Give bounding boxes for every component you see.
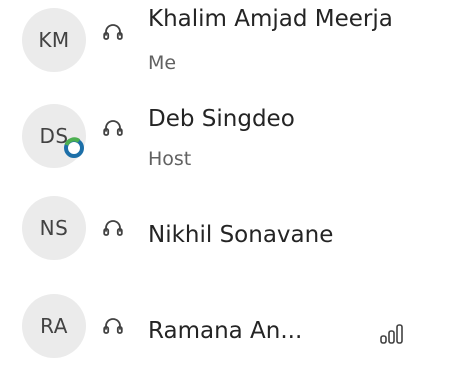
participant-list: KM Khalim Amjad Meerja Me DS Deb Singdeo… (0, 0, 461, 358)
status-ring-icon (64, 137, 84, 158)
participant-row[interactable]: NS Nikhil Sonavane (0, 192, 461, 272)
signal-bars-icon (380, 324, 403, 344)
headset-icon (103, 220, 123, 236)
participant-role: Host (148, 148, 192, 170)
participant-row[interactable]: RA Ramana An... (0, 288, 461, 368)
avatar: RA (22, 294, 86, 358)
avatar-initials: NS (39, 216, 69, 240)
participant-name: Nikhil Sonavane (148, 222, 334, 248)
participant-name: Deb Singdeo (148, 106, 295, 132)
headset-icon (103, 120, 123, 136)
participant-row[interactable]: DS Deb Singdeo Host (0, 96, 461, 176)
participant-role: Me (148, 52, 177, 74)
headset-icon (103, 24, 123, 40)
participant-name: Ramana An... (148, 318, 303, 344)
avatar-initials: RA (40, 314, 68, 338)
avatar: KM (22, 8, 86, 72)
participant-row[interactable]: KM Khalim Amjad Meerja Me (0, 0, 461, 80)
avatar: NS (22, 196, 86, 260)
headset-icon (103, 318, 123, 334)
participant-name: Khalim Amjad Meerja (148, 6, 393, 32)
avatar-initials: KM (38, 28, 70, 52)
